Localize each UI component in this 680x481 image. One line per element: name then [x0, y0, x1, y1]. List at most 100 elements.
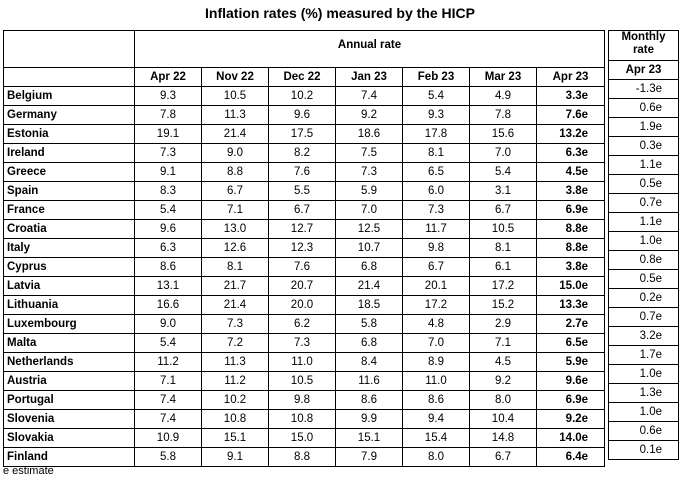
monthly-rate-cell: 1.0e — [608, 402, 679, 422]
annual-rate-cell: 6.7 — [402, 257, 470, 277]
monthly-rate-cell: 0.8e — [608, 250, 679, 270]
country-name: Belgium — [3, 86, 135, 106]
annual-rate-cell: 6.3e — [535, 143, 606, 163]
annual-rate-cell: 10.2 — [201, 390, 269, 410]
country-name: Luxembourg — [3, 314, 135, 334]
annual-rate-cell: 17.2 — [402, 295, 470, 315]
table-row: Cyprus 8.6 8.1 7.6 6.8 6.7 6.1 3.8e — [3, 257, 606, 277]
annual-rate-cell: 10.5 — [469, 219, 537, 239]
country-name: Cyprus — [3, 257, 135, 277]
annual-rate-cell: 6.0 — [402, 181, 470, 201]
annual-rate-cell: 17.2 — [469, 276, 537, 296]
annual-rate-cell: 7.0 — [335, 200, 403, 220]
annual-rate-cell: 8.2 — [268, 143, 336, 163]
table-row: 0.7e — [608, 193, 679, 213]
annual-rate-cell: 15.0 — [268, 428, 336, 448]
annual-rate-cell: 7.3 — [402, 200, 470, 220]
annual-rate-cell: 20.0 — [268, 295, 336, 315]
monthly-rate-cell: 1.9e — [608, 117, 679, 137]
annual-rate-cell: 8.6 — [134, 257, 202, 277]
country-name: Slovenia — [3, 409, 135, 429]
table-row: 0.6e — [608, 421, 679, 441]
table-row: 0.1e — [608, 440, 679, 460]
annual-rate-cell: 21.4 — [201, 295, 269, 315]
country-name: Ireland — [3, 143, 135, 163]
annual-rate-cell: 15.6 — [469, 124, 537, 144]
annual-rate-cell: 9.8 — [268, 390, 336, 410]
table-row: 1.0e — [608, 364, 679, 384]
annual-rate-cell: 6.5e — [535, 333, 606, 353]
table-row: 0.7e — [608, 307, 679, 327]
annual-rate-cell: 3.3e — [535, 86, 606, 106]
monthly-rate-cell: 3.2e — [608, 326, 679, 346]
annual-rate-cell: 17.5 — [268, 124, 336, 144]
annual-rate-cell: 7.8 — [469, 105, 537, 125]
annual-rate-cell: 10.5 — [268, 371, 336, 391]
table-row: 0.2e — [608, 288, 679, 308]
annual-rate-cell: 8.9 — [402, 352, 470, 372]
annual-rate-cell: 8.6 — [335, 390, 403, 410]
table-row: 0.3e — [608, 136, 679, 156]
annual-rate-cell: 13.0 — [201, 219, 269, 239]
country-name: Croatia — [3, 219, 135, 239]
annual-rate-cell: 7.1 — [134, 371, 202, 391]
annual-rate-cell: 8.8 — [201, 162, 269, 182]
country-name: Latvia — [3, 276, 135, 296]
annual-rate-cell: 6.1 — [469, 257, 537, 277]
annual-rate-cell: 9.6 — [134, 219, 202, 239]
annual-rate-header: Annual rate — [133, 30, 606, 68]
annual-rate-cell: 9.4 — [402, 409, 470, 429]
annual-rate-cell: 7.3 — [201, 314, 269, 334]
annual-rate-cell: 8.0 — [469, 390, 537, 410]
table-row: Slovenia 7.4 10.8 10.8 9.9 9.4 10.4 9.2e — [3, 409, 606, 429]
table-row: Latvia 13.1 21.7 20.7 21.4 20.1 17.2 15.0e — [3, 276, 606, 296]
annual-rate-cell: 10.8 — [268, 409, 336, 429]
annual-rate-cell: 8.3 — [134, 181, 202, 201]
annual-rate-cell: 6.9e — [535, 390, 606, 410]
annual-rate-cell: 10.8 — [201, 409, 269, 429]
annual-rate-cell: 11.0 — [402, 371, 470, 391]
monthly-rate-header: Monthly rate — [608, 30, 679, 61]
annual-rate-cell: 15.4 — [402, 428, 470, 448]
annual-rate-cell: 2.9 — [469, 314, 537, 334]
country-name: Germany — [3, 105, 135, 125]
table-row: France 5.4 7.1 6.7 7.0 7.3 6.7 6.9e — [3, 200, 606, 220]
annual-rate-cell: 21.4 — [201, 124, 269, 144]
annual-rate-cell: 12.7 — [268, 219, 336, 239]
annual-rate-cell: 10.2 — [268, 86, 336, 106]
monthly-header-line2: rate — [632, 44, 655, 56]
annual-rate-cell: 9.2e — [535, 409, 606, 429]
table-row: Germany 7.8 11.3 9.6 9.2 9.3 7.8 7.6e — [3, 105, 606, 125]
annual-rate-cell: 5.5 — [268, 181, 336, 201]
monthly-rate-cell: 1.7e — [608, 345, 679, 365]
annual-rate-cell: 9.2 — [469, 371, 537, 391]
annual-rate-cell: 4.9 — [469, 86, 537, 106]
annual-rate-cell: 13.1 — [134, 276, 202, 296]
table-row: Belgium 9.3 10.5 10.2 7.4 5.4 4.9 3.3e — [3, 86, 606, 106]
column-header: Apr 22 — [134, 67, 202, 87]
country-name: Italy — [3, 238, 135, 258]
annual-rate-cell: 3.8e — [535, 257, 606, 277]
annual-rate-cell: 14.0e — [535, 428, 606, 448]
annual-rate-cell: 7.0 — [469, 143, 537, 163]
table-row: 0.6e — [608, 98, 679, 118]
annual-rate-cell: 9.0 — [134, 314, 202, 334]
column-header: Dec 22 — [268, 67, 336, 87]
monthly-rate-cell: -1.3e — [608, 79, 679, 99]
table-row: Finland 5.8 9.1 8.8 7.9 8.0 6.7 6.4e — [3, 447, 606, 467]
annual-rate-cell: 19.1 — [134, 124, 202, 144]
monthly-rate-cell: 0.2e — [608, 288, 679, 308]
annual-rate-cell: 6.4e — [535, 447, 606, 467]
column-header: Feb 23 — [402, 67, 470, 87]
annual-rate-cell: 7.5 — [335, 143, 403, 163]
annual-rate-cell: 8.8e — [535, 238, 606, 258]
annual-rate-cell: 4.8 — [402, 314, 470, 334]
table-row: -1.3e — [608, 79, 679, 99]
country-name: Malta — [3, 333, 135, 353]
annual-rate-cell: 12.6 — [201, 238, 269, 258]
country-name: Slovakia — [3, 428, 135, 448]
table-row: Netherlands 11.2 11.3 11.0 8.4 8.9 4.5 5.9e — [3, 352, 606, 372]
country-name: Spain — [3, 181, 135, 201]
annual-rate-cell: 15.1 — [335, 428, 403, 448]
annual-rate-cell: 15.1 — [201, 428, 269, 448]
